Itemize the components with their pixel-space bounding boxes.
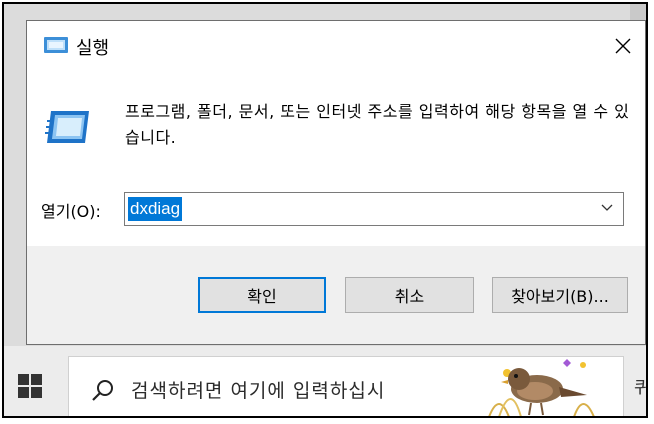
title-bar[interactable]: 실행 (27, 21, 645, 71)
open-combobox[interactable]: dxdiag (124, 192, 624, 226)
taskbar-search-box[interactable]: 검색하려면 여기에 입력하십시 (68, 356, 624, 416)
run-icon (45, 111, 89, 143)
window-title: 실행 (76, 38, 110, 59)
close-icon (615, 38, 631, 54)
taskbar: 검색하려면 여기에 입력하십시 퀴 (4, 346, 646, 416)
bird-illustration (488, 359, 595, 416)
dialog-description: 프로그램, 폴더, 문서, 또는 인터넷 주소를 입력하여 해당 항목을 열 수… (125, 102, 630, 147)
run-dialog: 실행 프로그램, 폴더, 문서, 또는 인터넷 주소를 입력하여 해당 항목을 … (26, 20, 646, 345)
ok-button[interactable]: 확인 (198, 277, 326, 313)
close-button[interactable] (601, 21, 645, 71)
run-icon (44, 37, 68, 53)
dialog-body: 프로그램, 폴더, 문서, 또는 인터넷 주소를 입력하여 해당 항목을 열 수… (27, 71, 645, 246)
open-input-value[interactable]: dxdiag (128, 197, 183, 221)
taskbar-app-glyph[interactable]: 퀴 (634, 374, 646, 400)
search-placeholder[interactable]: 검색하려면 여기에 입력하십시 (131, 376, 385, 403)
cancel-button[interactable]: 취소 (345, 277, 474, 313)
open-label: 열기(O): (41, 202, 101, 221)
windows-icon[interactable] (18, 374, 42, 398)
screen: 실행 프로그램, 폴더, 문서, 또는 인터넷 주소를 입력하여 해당 항목을 … (2, 2, 648, 418)
chevron-down-icon[interactable] (601, 204, 613, 212)
search-icon (92, 380, 113, 401)
browse-button[interactable]: 찾아보기(B)... (492, 277, 628, 313)
